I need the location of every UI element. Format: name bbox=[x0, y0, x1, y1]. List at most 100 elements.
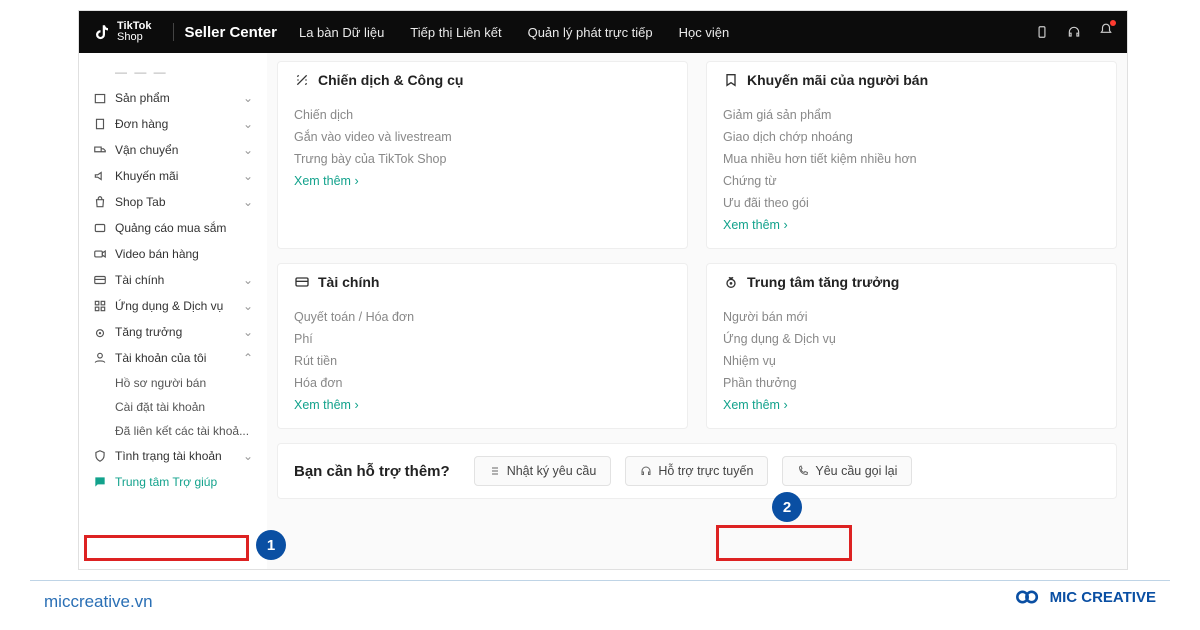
card-link[interactable]: Phần thưởng bbox=[723, 372, 1100, 394]
card-growth-center: Trung tâm tăng trưởng Người bán mới Ứng … bbox=[706, 263, 1117, 429]
video-icon bbox=[93, 247, 107, 261]
chevron-up-icon: ⌃ bbox=[243, 351, 253, 365]
tiktok-icon bbox=[93, 23, 111, 41]
mic-creative-logo-icon bbox=[1016, 588, 1042, 606]
sidebar-item-help-center[interactable]: Trung tâm Trợ giúp bbox=[79, 469, 267, 495]
chevron-down-icon: ⌄ bbox=[243, 117, 253, 131]
card-link[interactable]: Chứng từ bbox=[723, 170, 1100, 192]
topnav-item[interactable]: Tiếp thị Liên kết bbox=[410, 25, 501, 40]
chevron-down-icon: ⌄ bbox=[243, 273, 253, 287]
brand-logo-block[interactable]: TikTok Shop bbox=[93, 21, 151, 43]
speaker-icon bbox=[93, 169, 107, 183]
sidebar-item-ads[interactable]: Quảng cáo mua sắm bbox=[79, 215, 267, 241]
magic-icon bbox=[294, 72, 310, 88]
card-link[interactable]: Người bán mới bbox=[723, 306, 1100, 328]
card-link[interactable]: Ưu đãi theo gói bbox=[723, 192, 1100, 214]
sidebar-item-apps[interactable]: Ứng dụng & Dịch vụ⌄ bbox=[79, 293, 267, 319]
bookmark-icon bbox=[723, 72, 739, 88]
topbar: TikTok Shop Seller Center La bàn Dữ liệu… bbox=[79, 11, 1127, 53]
chip-request-log[interactable]: Nhật ký yêu cầu bbox=[474, 456, 612, 486]
sidebar-item-truncated[interactable]: — — — bbox=[79, 59, 267, 85]
chevron-down-icon: ⌄ bbox=[243, 325, 253, 339]
sidebar-sub-seller-profile[interactable]: Hồ sơ người bán bbox=[79, 371, 267, 395]
footer-url: miccreative.vn bbox=[44, 592, 153, 612]
app-title: Seller Center bbox=[184, 24, 277, 41]
card-icon bbox=[294, 274, 310, 290]
card-link[interactable]: Giao dịch chớp nhoáng bbox=[723, 126, 1100, 148]
bag-icon bbox=[93, 195, 107, 209]
card-title: Tài chính bbox=[318, 274, 379, 290]
topnav-item[interactable]: La bàn Dữ liệu bbox=[299, 25, 384, 40]
card-finance: Tài chính Quyết toán / Hóa đơn Phí Rút t… bbox=[277, 263, 688, 429]
topnav: La bàn Dữ liệu Tiếp thị Liên kết Quản lý… bbox=[299, 25, 729, 40]
chevron-down-icon: ⌄ bbox=[243, 169, 253, 183]
phone-icon bbox=[797, 465, 809, 477]
card-link[interactable]: Rút tiền bbox=[294, 350, 671, 372]
card-link[interactable]: Phí bbox=[294, 328, 671, 350]
see-more-link[interactable]: Xem thêm bbox=[723, 214, 1100, 236]
sidebar-sub-linked-accounts[interactable]: Đã liên kết các tài khoả... bbox=[79, 419, 267, 443]
card-link[interactable]: Hóa đơn bbox=[294, 372, 671, 394]
sidebar-item-shoptab[interactable]: Shop Tab⌄ bbox=[79, 189, 267, 215]
doc-icon bbox=[93, 117, 107, 131]
card-link[interactable]: Gắn vào video và livestream bbox=[294, 126, 671, 148]
chip-online-support[interactable]: Hỗ trợ trực tuyến bbox=[625, 456, 768, 486]
box-icon bbox=[93, 91, 107, 105]
target-icon bbox=[723, 274, 739, 290]
chat-icon bbox=[93, 475, 107, 489]
divider bbox=[173, 23, 174, 41]
sidebar-item-promotions[interactable]: Khuyến mãi⌄ bbox=[79, 163, 267, 189]
see-more-link[interactable]: Xem thêm bbox=[294, 170, 671, 192]
topnav-item[interactable]: Học viện bbox=[679, 25, 730, 40]
sidebar-item-account[interactable]: Tài khoản của tôi⌃ bbox=[79, 345, 267, 371]
card-link[interactable]: Giảm giá sản phẩm bbox=[723, 104, 1100, 126]
card-title: Khuyến mãi của người bán bbox=[747, 72, 928, 88]
sidebar-item-shipping[interactable]: Vận chuyển⌄ bbox=[79, 137, 267, 163]
card-link[interactable]: Quyết toán / Hóa đơn bbox=[294, 306, 671, 328]
chevron-down-icon: ⌄ bbox=[243, 91, 253, 105]
support-bar: Bạn cần hỗ trợ thêm? Nhật ký yêu cầu Hỗ … bbox=[277, 443, 1117, 499]
card-link[interactable]: Mua nhiều hơn tiết kiệm nhiều hơn bbox=[723, 148, 1100, 170]
footer-brand: MIC CREATIVE bbox=[1016, 588, 1156, 606]
chevron-down-icon: ⌄ bbox=[243, 195, 253, 209]
sidebar-item-growth[interactable]: Tăng trưởng⌄ bbox=[79, 319, 267, 345]
list-icon bbox=[489, 465, 501, 477]
card-seller-promotions: Khuyến mãi của người bán Giảm giá sản ph… bbox=[706, 61, 1117, 249]
annotation-badge-1: 1 bbox=[256, 530, 286, 560]
card-icon bbox=[93, 273, 107, 287]
chip-callback[interactable]: Yêu cầu gọi lại bbox=[782, 456, 912, 486]
target-icon bbox=[93, 325, 107, 339]
annotation-badge-2: 2 bbox=[772, 492, 802, 522]
sidebar-item-finance[interactable]: Tài chính⌄ bbox=[79, 267, 267, 293]
notification-dot bbox=[1110, 20, 1116, 26]
ad-icon bbox=[93, 221, 107, 235]
sidebar-sub-account-settings[interactable]: Cài đặt tài khoản bbox=[79, 395, 267, 419]
topnav-item[interactable]: Quản lý phát trực tiếp bbox=[528, 25, 653, 40]
card-link[interactable]: Ứng dụng & Dịch vụ bbox=[723, 328, 1100, 350]
footer-divider bbox=[30, 580, 1170, 581]
see-more-link[interactable]: Xem thêm bbox=[294, 394, 671, 416]
phone-icon[interactable] bbox=[1035, 25, 1049, 39]
brand-sub: Shop bbox=[117, 32, 151, 43]
see-more-link[interactable]: Xem thêm bbox=[723, 394, 1100, 416]
sidebar-item-video[interactable]: Video bán hàng bbox=[79, 241, 267, 267]
card-link[interactable]: Chiến dịch bbox=[294, 104, 671, 126]
grid-icon bbox=[93, 299, 107, 313]
main-content: Chiến dịch & Công cụ Chiến dịch Gắn vào … bbox=[267, 53, 1127, 569]
sidebar-item-products[interactable]: Sản phẩm⌄ bbox=[79, 85, 267, 111]
truck-icon bbox=[93, 143, 107, 157]
user-icon bbox=[93, 351, 107, 365]
chevron-down-icon: ⌄ bbox=[243, 143, 253, 157]
card-title: Trung tâm tăng trưởng bbox=[747, 274, 899, 290]
card-link[interactable]: Nhiệm vụ bbox=[723, 350, 1100, 372]
sidebar-item-account-status[interactable]: Tình trạng tài khoản⌄ bbox=[79, 443, 267, 469]
card-link[interactable]: Trưng bày của TikTok Shop bbox=[294, 148, 671, 170]
headset-icon[interactable] bbox=[1067, 25, 1081, 39]
shield-icon bbox=[93, 449, 107, 463]
card-campaigns: Chiến dịch & Công cụ Chiến dịch Gắn vào … bbox=[277, 61, 688, 249]
headset-icon bbox=[640, 465, 652, 477]
sidebar-item-orders[interactable]: Đơn hàng⌄ bbox=[79, 111, 267, 137]
support-title: Bạn cần hỗ trợ thêm? bbox=[294, 463, 450, 480]
sidebar: — — — Sản phẩm⌄ Đơn hàng⌄ Vận chuyển⌄ Kh… bbox=[79, 53, 267, 569]
card-title: Chiến dịch & Công cụ bbox=[318, 72, 463, 88]
